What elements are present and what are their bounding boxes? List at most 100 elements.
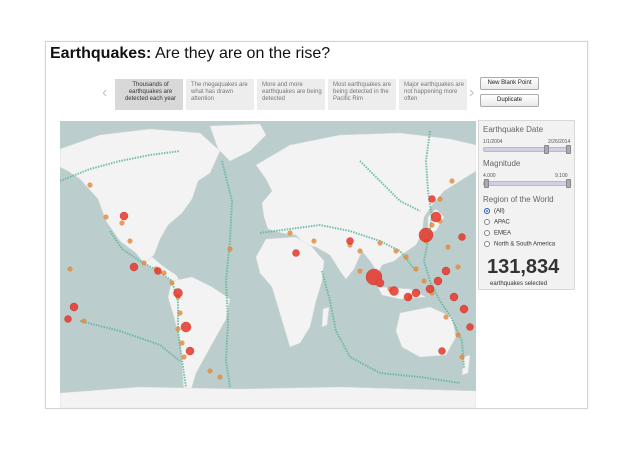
radio-icon[interactable] [484, 219, 490, 225]
radio-label: EMEA [494, 230, 512, 237]
large-quake-marker [459, 304, 469, 314]
chevron-right-icon[interactable]: › [469, 85, 474, 101]
magnitude-slider-handle-end[interactable] [566, 179, 571, 188]
date-slider[interactable] [483, 145, 571, 154]
magnitude-slider-handle-start[interactable] [484, 179, 489, 188]
medium-quake-marker [449, 178, 455, 184]
medium-quake-marker [287, 230, 293, 236]
story-point-text: Major earthquakes are not happening more… [404, 82, 465, 102]
region-option-americas[interactable]: North & South America [484, 241, 555, 250]
medium-quake-marker [429, 222, 435, 228]
large-quake-marker [403, 292, 413, 302]
large-quake-marker [119, 211, 129, 221]
large-quake-marker [411, 288, 421, 298]
story-point-5[interactable]: Major earthquakes are not happening more… [399, 79, 467, 110]
medium-quake-marker [445, 244, 451, 250]
land-greenland [209, 123, 267, 162]
land-madagascar [321, 306, 330, 328]
earthquake-count-caption: earthquakes selected [490, 281, 548, 287]
medium-quake-marker [455, 264, 461, 270]
medium-quake-marker [459, 354, 465, 360]
magnitude-filter-label: Magnitude [483, 159, 521, 168]
medium-quake-marker [413, 266, 419, 272]
duplicate-button[interactable]: Duplicate [480, 94, 539, 107]
large-quake-marker [441, 266, 451, 276]
medium-quake-marker [87, 182, 93, 188]
large-quake-marker [438, 347, 446, 355]
medium-quake-marker [357, 248, 363, 254]
medium-quake-marker [455, 332, 461, 338]
region-option-emea[interactable]: EMEA [484, 230, 511, 239]
medium-quake-marker [67, 266, 73, 272]
land-antarctica [60, 386, 476, 408]
large-quake-marker [430, 211, 442, 223]
large-quake-marker [466, 323, 474, 331]
large-quake-marker [418, 227, 434, 243]
large-quake-marker [425, 284, 435, 294]
land-masses [60, 123, 476, 408]
date-min: 1/1/2004 [483, 139, 503, 145]
magnitude-slider[interactable] [483, 179, 571, 188]
medium-quake-marker [421, 278, 427, 284]
medium-quake-marker [357, 268, 363, 274]
radio-icon[interactable] [484, 241, 490, 247]
story-point-text: The megaquakes are what has drawn attent… [191, 82, 248, 102]
large-quake-marker [64, 315, 72, 323]
earthquake-map[interactable] [60, 121, 476, 408]
large-quake-marker [69, 302, 79, 312]
large-quake-marker [173, 288, 183, 298]
region-option-all[interactable]: (All) [484, 208, 505, 217]
large-quake-marker [389, 286, 399, 296]
land-australia [395, 306, 457, 358]
large-quake-marker [433, 276, 443, 286]
chevron-left-icon[interactable]: ‹ [102, 85, 107, 101]
large-quake-marker [428, 195, 436, 203]
page-title: Earthquakes: Are they are on the rise? [50, 45, 330, 63]
story-point-text: More and more earthquakes are being dete… [262, 82, 322, 102]
medium-quake-marker [177, 310, 183, 316]
land-africa [255, 236, 325, 348]
medium-quake-marker [403, 254, 409, 260]
land-central-america [143, 256, 181, 282]
medium-quake-marker [181, 354, 187, 360]
region-filter-label: Region of the World [483, 195, 554, 204]
filter-panel: Earthquake Date 1/1/2004 2/26/2014 Magni… [478, 120, 575, 290]
dashboard-frame: Earthquakes: Are they are on the rise? ‹… [45, 41, 588, 409]
medium-quake-marker [311, 238, 317, 244]
story-point-2[interactable]: The megaquakes are what has drawn attent… [186, 79, 254, 110]
date-slider-handle-start[interactable] [544, 145, 549, 154]
radio-label: (All) [494, 208, 505, 215]
radio-selected-icon[interactable] [484, 208, 490, 214]
medium-quake-marker [161, 270, 167, 276]
story-point-4[interactable]: Most earthquakes are being detected in t… [328, 79, 396, 110]
new-blank-point-button[interactable]: New Blank Point [480, 77, 539, 90]
medium-quake-marker [377, 240, 383, 246]
story-point-1[interactable]: Thousands of earthquakes are detected ea… [115, 79, 183, 110]
large-quake-marker [458, 233, 466, 241]
date-slider-handle-end[interactable] [566, 145, 571, 154]
large-quake-marker [292, 249, 300, 257]
title-rest: Are they are on the rise? [151, 45, 331, 62]
large-quake-marker [129, 262, 139, 272]
medium-quake-marker [227, 246, 233, 252]
medium-quake-marker [175, 326, 181, 332]
medium-quake-marker [169, 280, 175, 286]
story-point-text: Most earthquakes are being detected in t… [333, 82, 392, 102]
radio-label: APAC [494, 219, 510, 226]
large-quake-marker [154, 267, 162, 275]
date-filter-label: Earthquake Date [483, 125, 544, 134]
large-quake-marker [375, 278, 385, 288]
medium-quake-marker [217, 374, 223, 380]
medium-quake-marker [207, 368, 213, 374]
story-point-3[interactable]: More and more earthquakes are being dete… [257, 79, 325, 110]
medium-quake-marker [437, 196, 443, 202]
medium-quake-marker [443, 314, 449, 320]
land-north-america [60, 128, 221, 264]
medium-quake-marker [393, 248, 399, 254]
medium-quake-marker [81, 318, 87, 324]
region-option-apac[interactable]: APAC [484, 219, 510, 228]
large-quake-marker [346, 237, 354, 245]
medium-quake-marker [119, 220, 125, 226]
radio-icon[interactable] [484, 230, 490, 236]
world-map-svg [60, 123, 476, 408]
